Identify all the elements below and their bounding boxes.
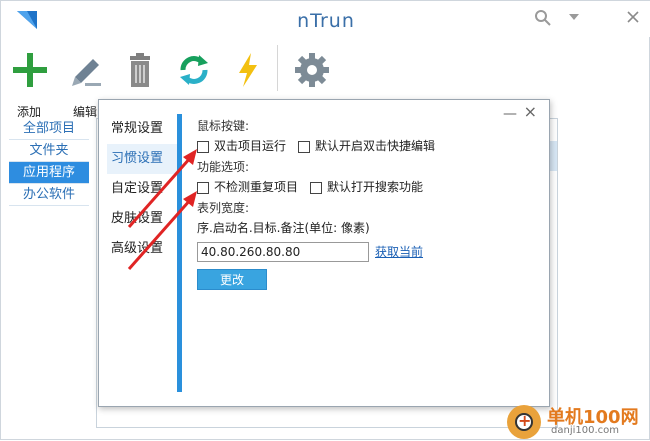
watermark-url: danji100.com — [551, 425, 619, 436]
function-options-row: 不检测重复项目 默认打开搜索功能 — [197, 177, 537, 198]
pencil-icon — [72, 59, 101, 86]
sidebar-item-folder[interactable]: 文件夹 — [9, 140, 89, 162]
title-bar: nTrun — [1, 1, 650, 37]
apply-change-button[interactable]: 更改 — [197, 269, 267, 290]
open-search-checkbox[interactable] — [310, 181, 323, 194]
sidebar-item-all[interactable]: 全部项目 — [9, 118, 89, 140]
dropdown-menu-icon[interactable] — [564, 9, 584, 29]
close-window-icon[interactable] — [623, 9, 643, 29]
no-duplicate-check-option[interactable]: 不检测重复项目 — [197, 177, 298, 198]
double-click-edit-checkbox[interactable] — [298, 140, 311, 153]
function-section-title: 功能选项: — [197, 160, 250, 174]
gear-icon — [295, 53, 329, 87]
lightning-icon — [239, 53, 257, 87]
refresh-button[interactable] — [169, 45, 217, 107]
open-search-label: 默认打开搜索功能 — [327, 180, 424, 194]
sidebar-item-office[interactable]: 办公软件 — [9, 184, 89, 206]
mouse-section-title: 鼠标按键: — [197, 119, 250, 133]
double-click-run-label: 双击项目运行 — [214, 139, 287, 153]
app-window: nTrun 添加 编辑 全部项目 文件夹 应用程序 办公软件 — × 常规设置 … — [0, 0, 650, 440]
settings-button[interactable] — [287, 45, 335, 107]
column-width-input[interactable] — [197, 242, 369, 262]
habit-settings-content: 鼠标按键: 双击项目运行 默认开启双击快捷编辑 功能选项: 不检测重复项目 默认… — [197, 116, 537, 290]
tab-general[interactable]: 常规设置 — [107, 114, 177, 144]
list-scrollbar[interactable] — [549, 141, 557, 171]
toolbar-separator — [277, 45, 278, 91]
column-width-hint: 序.启动名.目标.备注(单位: 像素) — [197, 221, 370, 235]
trash-icon — [130, 53, 150, 87]
double-click-edit-option[interactable]: 默认开启双击快捷编辑 — [298, 136, 435, 157]
edit-button[interactable]: 编辑 — [61, 45, 109, 119]
annotation-arrow-2 — [127, 191, 197, 270]
delete-button[interactable] — [115, 45, 163, 107]
fetch-current-link[interactable]: 获取当前 — [375, 242, 423, 263]
plus-icon — [13, 53, 47, 87]
quick-run-button[interactable] — [223, 45, 271, 107]
watermark-plus-icon: + — [518, 411, 532, 430]
double-click-run-option[interactable]: 双击项目运行 — [197, 136, 286, 157]
column-width-row: 获取当前 — [197, 239, 537, 265]
sidebar-item-applications[interactable]: 应用程序 — [9, 162, 89, 184]
column-width-section-title: 表列宽度: — [197, 201, 250, 215]
mouse-options-row: 双击项目运行 默认开启双击快捷编辑 — [197, 136, 537, 157]
add-button[interactable]: 添加 — [5, 45, 53, 119]
search-icon[interactable] — [533, 9, 553, 29]
no-duplicate-check-label: 不检测重复项目 — [214, 180, 299, 194]
category-sidebar: 全部项目 文件夹 应用程序 办公软件 — [9, 118, 89, 206]
refresh-icon — [180, 55, 208, 85]
open-search-option[interactable]: 默认打开搜索功能 — [310, 177, 423, 198]
watermark: + 单机100网 danji100.com — [507, 401, 650, 441]
double-click-edit-label: 默认开启双击快捷编辑 — [315, 139, 436, 153]
